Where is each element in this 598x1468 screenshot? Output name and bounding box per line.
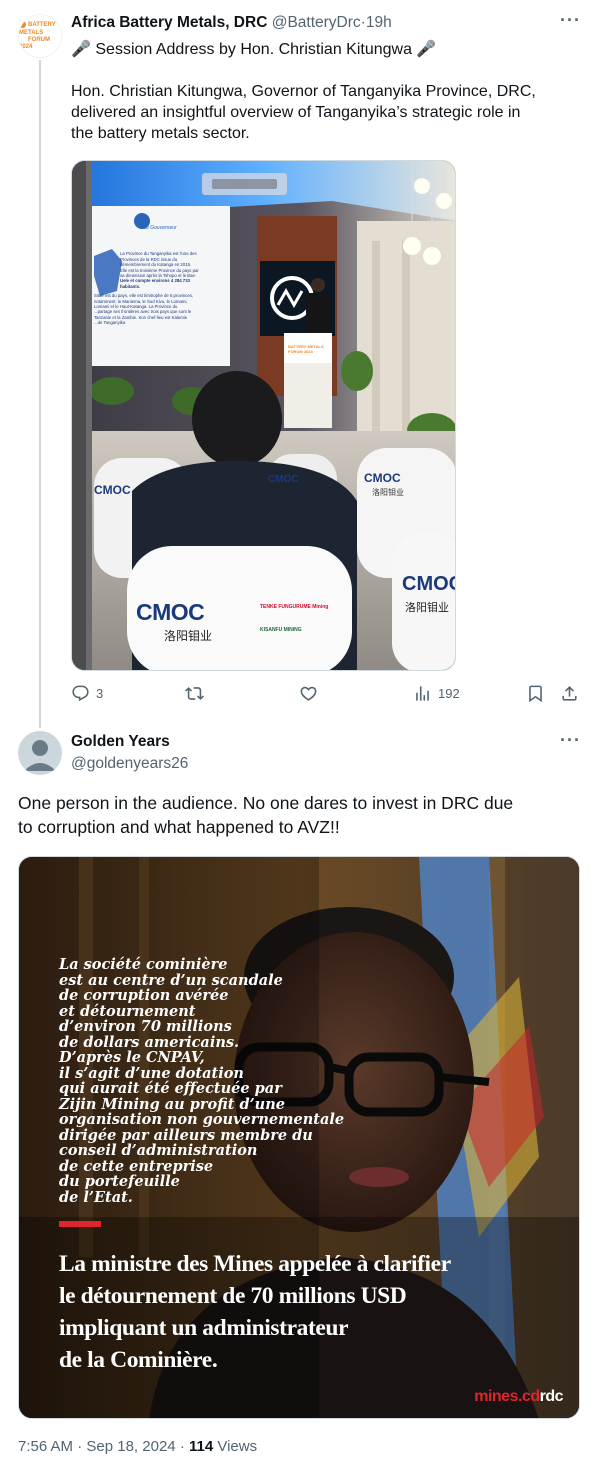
- tweet1-text: 🎤 Session Address by Hon. Christian Kitu…: [71, 39, 581, 144]
- views-number: 114: [188, 1438, 214, 1455]
- quote-line: D’après le CNPAV,: [59, 1049, 205, 1066]
- tweet-text-line: 🎤 Session Address by Hon. Christian Kitu…: [71, 41, 437, 58]
- analytics-icon: [416, 686, 429, 701]
- brand-white-text: rdc: [539, 1388, 564, 1405]
- tweet2-photo[interactable]: La société cominière est au centre d’un …: [18, 856, 580, 1419]
- headline-line: La ministre des Mines appelée à clarifie…: [59, 1251, 451, 1277]
- tweet-time[interactable]: 19h: [366, 14, 392, 31]
- chair-brand-left: CMOC: [94, 483, 131, 497]
- retweet-icon: [185, 687, 204, 700]
- share-icon: [562, 686, 577, 701]
- tweet1-photo[interactable]: Le Gouverneur La Province du Tanganyika …: [71, 160, 456, 671]
- more-options-icon[interactable]: ···: [560, 730, 581, 751]
- slide-text: Le Gouverneur La Province du Tanganyika …: [94, 225, 226, 326]
- tweet-text-line: Hon. Christian Kitungwa, Governor of Tan…: [71, 83, 536, 100]
- thread-connector-line: [39, 60, 41, 728]
- quote-line: organisation non gouvernementale: [59, 1111, 345, 1128]
- views-count: 192: [438, 686, 460, 701]
- tweet-text-line: the battery metals sector.: [71, 125, 250, 142]
- headline-line: le détournement de 70 millions USD: [59, 1283, 407, 1309]
- chair-brand-front-right: CMOC: [402, 573, 455, 595]
- footer-separator: ·: [179, 1438, 185, 1455]
- views-button[interactable]: 192: [413, 684, 460, 703]
- battery-metals-logo: BATTERY METALS FORUM 2024: [19, 21, 61, 50]
- default-avatar-icon: [24, 740, 56, 771]
- mines-cd-rdc-logo: mines.cdrdc: [474, 1388, 563, 1406]
- quote-line: dirigée par ailleurs membre du: [59, 1126, 313, 1144]
- retweet-button[interactable]: [185, 684, 210, 703]
- brand-red-text: mines.cd: [474, 1388, 540, 1405]
- author-name[interactable]: Golden Years: [71, 732, 170, 752]
- tweet1-actions: 3 192: [71, 684, 581, 708]
- quote-line: de l’Etat.: [59, 1188, 133, 1206]
- author-handle[interactable]: @BatteryDrc: [272, 14, 361, 31]
- slide-subtitle: Le Gouverneur: [143, 225, 177, 231]
- post-date[interactable]: Sep 18, 2024: [86, 1438, 175, 1455]
- quote-line: du portefeuille: [59, 1173, 180, 1190]
- tweet2-footer: 7:56 AM · Sep 18, 2024 · 114 Views: [18, 1438, 257, 1455]
- article-quote: La société cominière est au centre d’un …: [59, 957, 344, 1205]
- quote-line: de cette entreprise: [59, 1157, 214, 1175]
- chair-brand-right: CMOC: [364, 471, 401, 485]
- chair-brand-front-right-cn: 洛阳钼业: [405, 602, 449, 614]
- author-name[interactable]: Africa Battery Metals, DRC: [71, 14, 267, 31]
- reply-count: 3: [96, 686, 104, 701]
- reply-icon: [72, 685, 89, 702]
- headline-line: de la Cominière.: [59, 1347, 218, 1373]
- tweet-text-line: One person in the audience. No one dares…: [18, 793, 514, 813]
- avatar-africa-battery-metals[interactable]: BATTERY METALS FORUM 2024: [18, 14, 62, 58]
- chair-brand-right-cn: 洛阳钼业: [372, 488, 404, 497]
- logo-dot-icon: [19, 21, 26, 29]
- quote-line: La société cominière: [59, 956, 228, 973]
- quote-line: il s’agit d’une dotation: [59, 1064, 244, 1082]
- quote-line: est au centre d’un scandale: [59, 971, 283, 989]
- logo-text-line2: FORUM 2024: [19, 36, 50, 50]
- share-button[interactable]: [560, 684, 579, 703]
- headline-line: impliquant un administrateur: [59, 1315, 349, 1341]
- headline-accent-bar: [59, 1221, 101, 1227]
- tweet-text-line: [71, 60, 581, 81]
- tweet-text-line: to corruption and what happened to AVZ!!: [18, 817, 340, 837]
- article-headline: La ministre des Mines appelée à clarifie…: [59, 1248, 451, 1376]
- quote-line: conseil d’administration: [59, 1142, 258, 1159]
- chair-brand-middle: CMOC: [268, 474, 299, 485]
- podium-label: BATTERY METALS FORUM 2024: [288, 344, 324, 354]
- chair-brand-tfm: TENKE FUNGURUME Mining: [260, 604, 329, 610]
- chair-brand-front-cn: 洛阳钼业: [164, 629, 213, 643]
- tweet2-text: One person in the audience. No one dares…: [18, 791, 583, 839]
- reply-button[interactable]: 3: [71, 684, 103, 703]
- like-button[interactable]: [299, 684, 324, 703]
- quote-line: d’environ 70 millions: [59, 1018, 232, 1035]
- conference-photo: [72, 161, 455, 670]
- bookmark-icon: [529, 685, 542, 703]
- podium-label-line: FORUM 2024: [288, 349, 313, 354]
- chair-brand-kisanfu: KISANFU MINING: [260, 627, 302, 633]
- quote-line: Zijin Mining au profit d’une: [59, 1095, 285, 1113]
- quote-line: de dollars americains.: [59, 1033, 240, 1051]
- more-options-icon[interactable]: ···: [560, 10, 581, 31]
- chair-brand-front: CMOC: [136, 599, 205, 625]
- heart-icon: [300, 686, 317, 701]
- post-time[interactable]: 7:56 AM: [18, 1438, 73, 1455]
- avatar-golden-years[interactable]: [18, 731, 62, 775]
- footer-separator: ·: [77, 1438, 83, 1455]
- quote-line: de corruption avérée: [59, 987, 229, 1004]
- views-label: Views: [217, 1438, 258, 1455]
- slide-line: ...de Tanganyika: [94, 320, 126, 326]
- tweet1-header: Africa Battery Metals, DRC @BatteryDrc·1…: [71, 13, 392, 33]
- quote-line: qui aurait été effectuée par: [59, 1080, 282, 1097]
- author-handle[interactable]: @goldenyears26: [71, 754, 188, 774]
- quote-line: et détournement: [59, 1002, 196, 1020]
- bookmark-button[interactable]: [526, 684, 545, 703]
- tweet-text-line: delivered an insightful overview of Tang…: [71, 104, 521, 121]
